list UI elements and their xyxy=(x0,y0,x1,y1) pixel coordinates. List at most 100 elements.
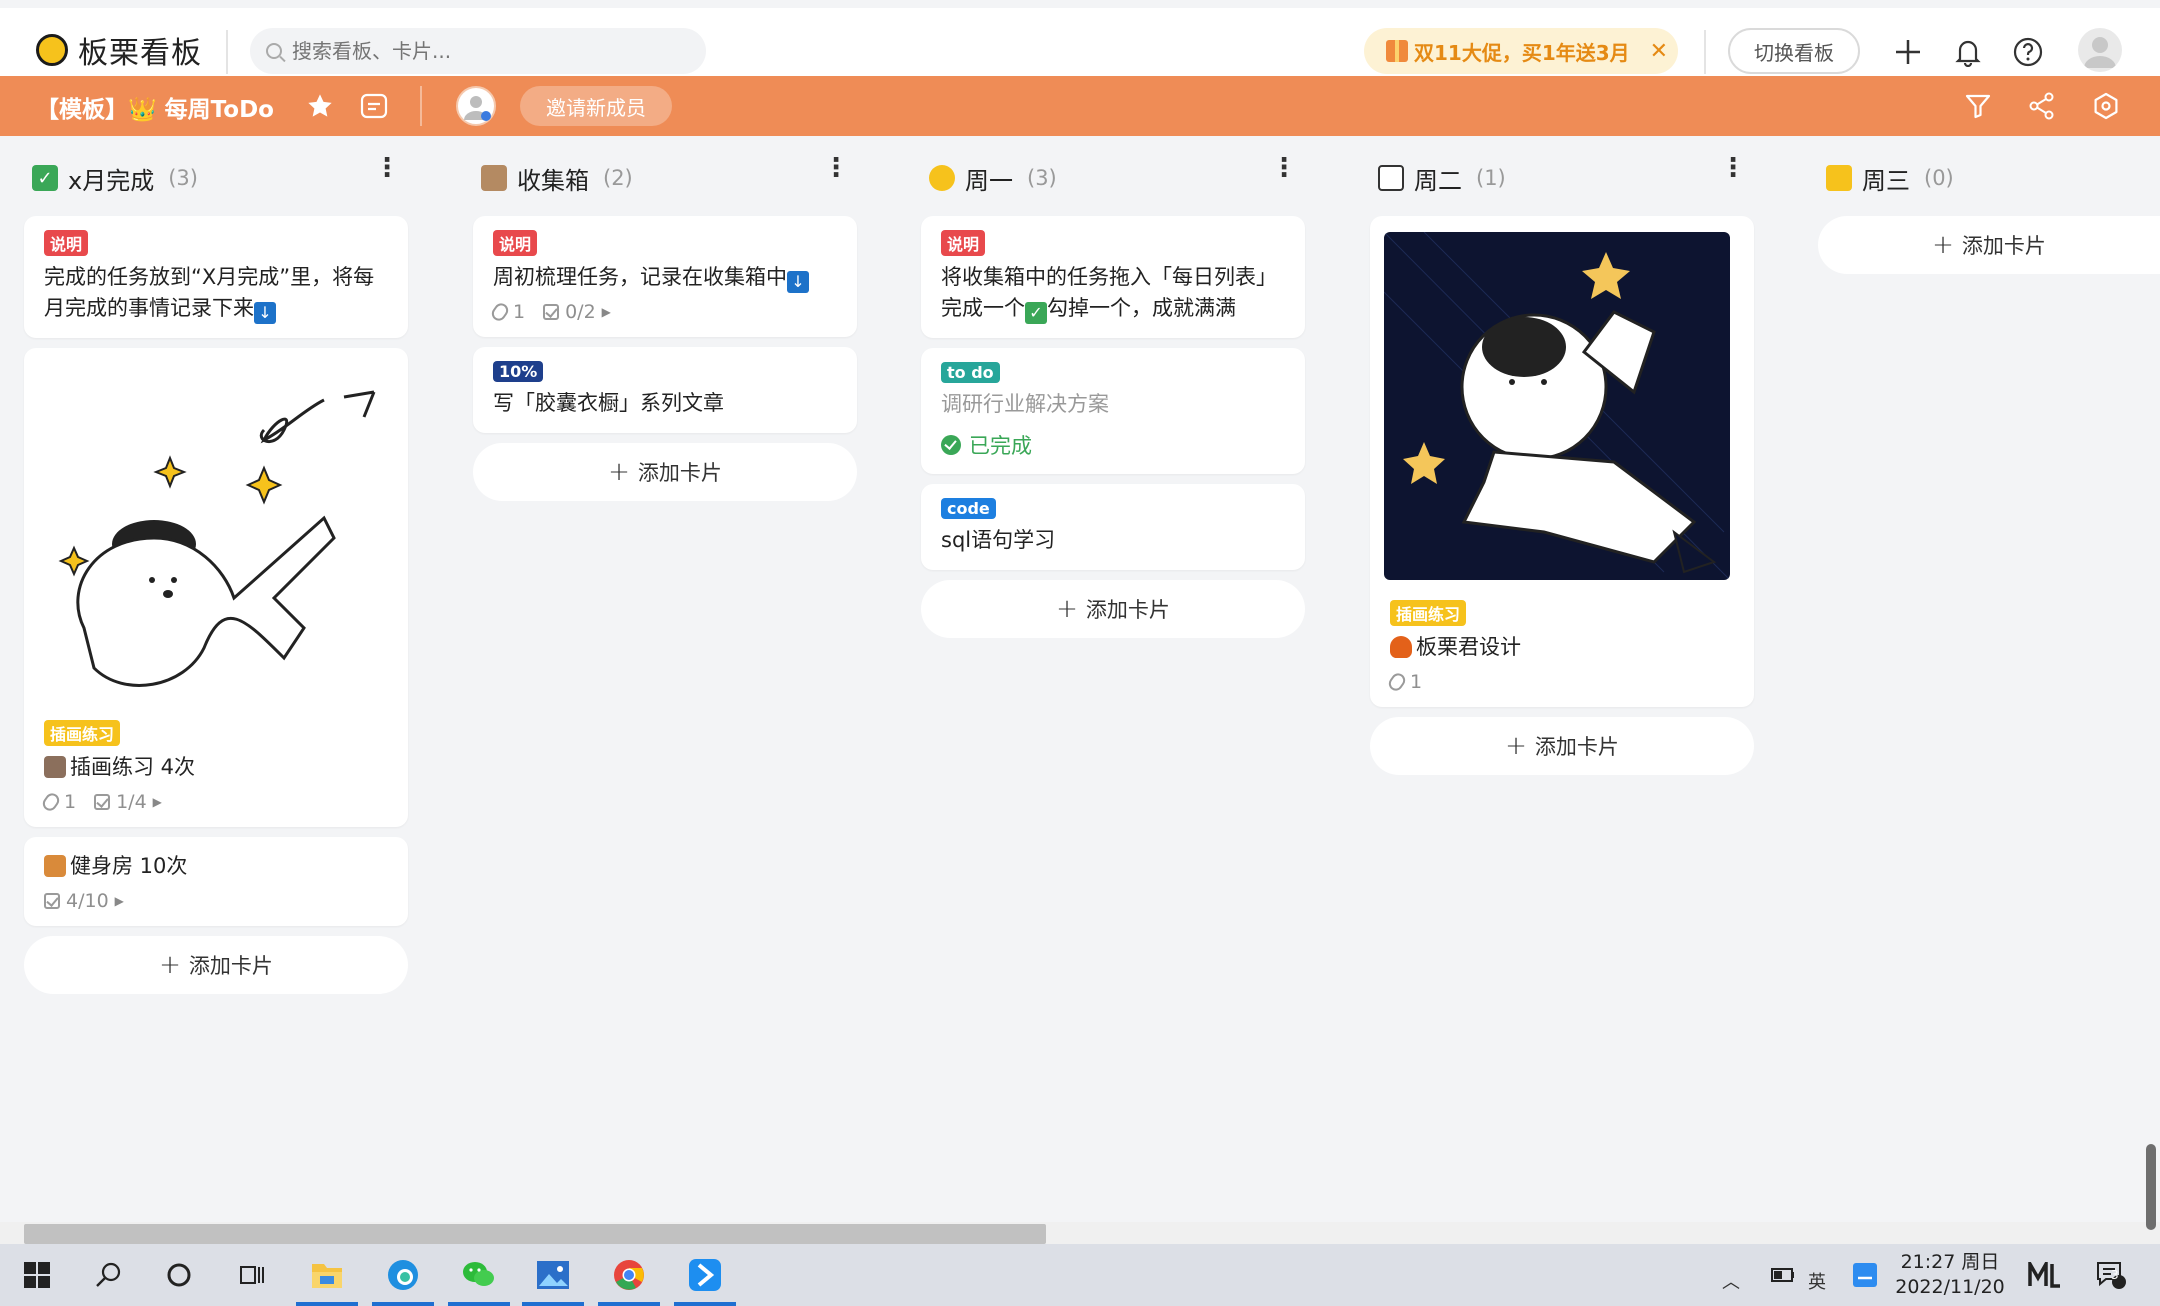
card-tag: 插画练习 xyxy=(1390,600,1467,626)
add-card-button[interactable]: + 添加卡片 xyxy=(1370,717,1754,775)
list-header[interactable]: 周三 (0) xyxy=(1818,150,2160,206)
divider xyxy=(226,30,228,74)
checklist-progress[interactable]: 4/10 ▶ xyxy=(44,890,124,912)
invite-member-button[interactable]: 邀请新成员 xyxy=(520,86,672,126)
active-indicator xyxy=(674,1302,736,1306)
card[interactable]: 说明 完成的任务放到“X月完成”里，将每月完成的事情记录下来 ↓ xyxy=(24,216,408,338)
app-logo[interactable]: 板栗看板 xyxy=(36,28,202,72)
user-avatar[interactable] xyxy=(2078,28,2122,72)
card[interactable]: 插画练习 板栗君设计 1 xyxy=(1370,216,1754,707)
member-avatar[interactable] xyxy=(456,86,496,126)
card-tag: 插画练习 xyxy=(44,720,121,746)
search-box[interactable] xyxy=(250,28,706,74)
card[interactable]: 说明 将收集箱中的任务拖入「每日列表」完成一个 ✓ 勾掉一个，成就满满 xyxy=(921,216,1305,338)
feishu-app-icon[interactable] xyxy=(686,1256,724,1294)
list-wednesday: 周三 (0) + 添加卡片 xyxy=(1818,150,2160,274)
edge-browser-icon[interactable] xyxy=(384,1256,422,1294)
ime-indicator[interactable]: 英 xyxy=(1808,1268,1826,1294)
list-header[interactable]: 周一 (3) ⋮ xyxy=(921,150,1305,206)
wechat-icon[interactable] xyxy=(460,1256,498,1294)
active-indicator xyxy=(598,1302,660,1306)
illustration-image xyxy=(44,348,388,720)
help-icon[interactable] xyxy=(2012,36,2044,68)
clock-date: 2022/11/20 xyxy=(1895,1276,2005,1298)
notification-count: 3 xyxy=(2111,1268,2119,1282)
card[interactable]: 健身房 10次 4/10 ▶ xyxy=(24,837,408,926)
checklist-icon xyxy=(543,304,560,320)
promo-banner[interactable]: 双11大促，买1年送3月 ✕ xyxy=(1364,28,1678,74)
app-name: 板栗看板 xyxy=(78,36,202,71)
baidu-netdisk-icon[interactable] xyxy=(1846,1256,1884,1294)
plus-icon: + xyxy=(1932,230,1954,260)
card[interactable]: code sql语句学习 xyxy=(921,484,1305,570)
description-icon[interactable] xyxy=(360,92,388,127)
plus-icon: + xyxy=(1505,731,1527,761)
list-header[interactable]: 周二 (1) ⋮ xyxy=(1370,150,1754,206)
more-vertical-icon[interactable]: ⋮ xyxy=(823,155,849,181)
share-icon[interactable] xyxy=(2028,92,2056,127)
search-input[interactable] xyxy=(292,39,672,63)
card[interactable]: 说明 周初梳理任务，记录在收集箱中 ↓ 1 0/2 ▶ xyxy=(473,216,857,337)
chevron-up-icon[interactable]: ︿ xyxy=(1722,1268,1740,1294)
card[interactable]: 10% 写「胶囊衣橱」系列文章 xyxy=(473,347,857,433)
card-tag: to do xyxy=(941,362,1000,383)
list-x-month-done: ✓ x月完成 (3) ⋮ 说明 完成的任务放到“X月完成”里，将每月完成的事情记… xyxy=(24,150,408,994)
chrome-icon[interactable] xyxy=(610,1256,648,1294)
list-header[interactable]: ✓ x月完成 (3) ⋮ xyxy=(24,150,408,206)
card-text: 写「胶囊衣橱」系列文章 xyxy=(493,391,724,415)
card[interactable]: to do 调研行业解决方案 已完成 xyxy=(921,348,1305,474)
sun-icon xyxy=(929,165,955,191)
vertical-scrollbar-thumb[interactable] xyxy=(2146,1144,2156,1230)
more-vertical-icon[interactable]: ⋮ xyxy=(374,155,400,181)
list-header[interactable]: 收集箱 (2) ⋮ xyxy=(473,150,857,206)
checklist-icon xyxy=(44,893,60,909)
more-vertical-icon[interactable]: ⋮ xyxy=(1720,155,1746,181)
windows-start-icon[interactable] xyxy=(18,1256,56,1294)
add-card-button[interactable]: + 添加卡片 xyxy=(473,443,857,501)
more-vertical-icon[interactable]: ⋮ xyxy=(1271,155,1297,181)
completed-status: 已完成 xyxy=(941,430,1285,460)
card-tag: 说明 xyxy=(941,230,986,256)
checklist-progress[interactable]: 0/2 ▶ xyxy=(543,301,611,323)
checklist-progress[interactable]: 1/4 ▶ xyxy=(94,791,162,813)
list-monday: 周一 (3) ⋮ 说明 将收集箱中的任务拖入「每日列表」完成一个 ✓ 勾掉一个，成就… xyxy=(921,150,1305,638)
card-text: sql语句学习 xyxy=(941,528,1056,552)
list-count: (1) xyxy=(1476,166,1506,190)
check-mark-icon: ✓ xyxy=(32,165,58,191)
divider xyxy=(420,86,422,126)
settings-icon[interactable] xyxy=(2092,92,2120,127)
board-title[interactable]: 【模板】👑 每周ToDo xyxy=(36,90,274,124)
star-icon[interactable] xyxy=(306,92,334,127)
switch-board-button[interactable]: 切换看板 xyxy=(1728,28,1860,74)
horizontal-scrollbar-thumb[interactable] xyxy=(24,1224,1046,1244)
card-text: 板栗君设计 xyxy=(1416,635,1521,659)
crown-icon xyxy=(1826,165,1852,191)
card[interactable]: 插画练习 插画练习 4次 1 1/4 ▶ xyxy=(24,348,408,827)
notification-center-icon[interactable]: 3 xyxy=(2092,1256,2130,1294)
card-text: 插画练习 4次 xyxy=(70,755,196,779)
search-icon[interactable] xyxy=(90,1256,128,1294)
bell-icon[interactable] xyxy=(1952,36,1984,68)
task-view-icon[interactable] xyxy=(232,1256,270,1294)
paperclip-icon xyxy=(40,790,62,814)
filter-icon[interactable] xyxy=(1964,92,1992,127)
file-explorer-icon[interactable] xyxy=(308,1256,346,1294)
attachments-count: 1 xyxy=(40,790,76,814)
book-icon xyxy=(1378,165,1404,191)
caret-right-icon: ▶ xyxy=(152,795,162,809)
add-card-button[interactable]: + 添加卡片 xyxy=(1818,216,2160,274)
photos-icon[interactable] xyxy=(534,1256,572,1294)
add-icon[interactable] xyxy=(1892,36,1924,68)
paperclip-icon xyxy=(1386,670,1408,694)
clock[interactable]: 21:27 周日 2022/11/20 xyxy=(1880,1250,2020,1300)
list-count: (3) xyxy=(1027,166,1057,190)
add-card-button[interactable]: + 添加卡片 xyxy=(24,936,408,994)
m-app-icon[interactable] xyxy=(2026,1256,2064,1294)
gift-icon xyxy=(1386,40,1408,62)
add-card-button[interactable]: + 添加卡片 xyxy=(921,580,1305,638)
close-icon[interactable]: ✕ xyxy=(1650,39,1668,64)
battery-icon[interactable] xyxy=(1764,1256,1802,1294)
card-tag: code xyxy=(941,498,996,519)
card-tag: 说明 xyxy=(44,230,89,256)
cortana-icon[interactable] xyxy=(160,1256,198,1294)
